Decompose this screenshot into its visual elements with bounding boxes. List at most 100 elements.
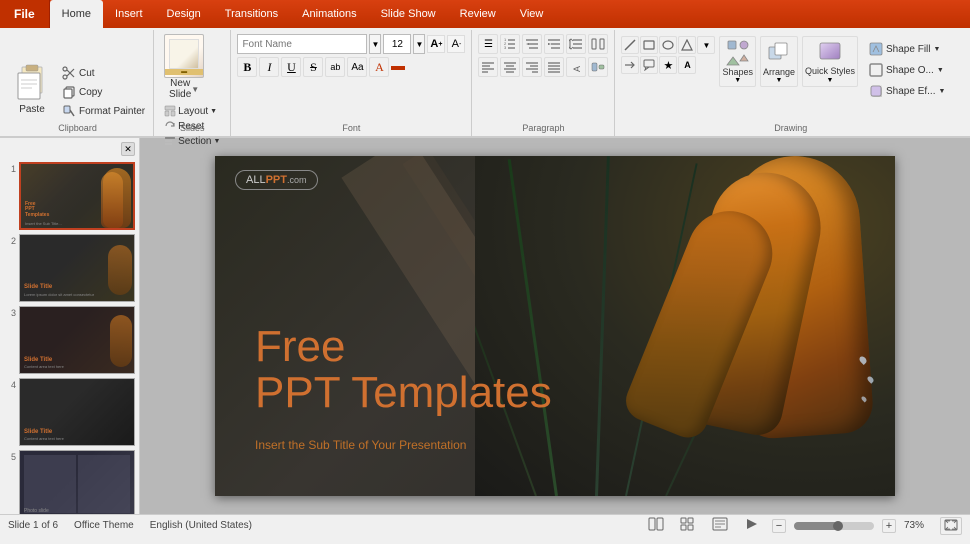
- paste-button[interactable]: Paste: [6, 57, 58, 120]
- clear-format-button[interactable]: A: [369, 57, 389, 77]
- smart-art-button[interactable]: [588, 57, 608, 77]
- tab-animations[interactable]: Animations: [290, 0, 368, 28]
- shapes-dropdown[interactable]: ▼: [734, 77, 741, 84]
- tab-design[interactable]: Design: [155, 0, 213, 28]
- text-direction-button[interactable]: A: [566, 57, 586, 77]
- increase-indent-button[interactable]: [544, 34, 564, 54]
- line-spacing-button[interactable]: [566, 34, 586, 54]
- shape-effects-label: Shape Ef...: [886, 86, 935, 97]
- cut-label: Cut: [79, 68, 95, 79]
- section-dropdown-icon[interactable]: ▼: [214, 138, 221, 145]
- cut-button[interactable]: Cut: [58, 64, 149, 82]
- oval-shape-icon: [662, 39, 674, 51]
- new-slide-button[interactable]: ▬ NewSlide ▼: [162, 32, 206, 102]
- panel-collapse-button[interactable]: ✕: [121, 142, 135, 156]
- font-name-expand[interactable]: ▼: [369, 34, 381, 54]
- slide-image-2: Slide Title Lorem ipsum dolor sit amet c…: [19, 234, 135, 302]
- bold-button[interactable]: B: [237, 57, 257, 77]
- align-right-button[interactable]: [522, 57, 542, 77]
- slide-view: ALLPPT.com Free PPT Templates Insert the…: [140, 138, 970, 514]
- justify-button[interactable]: [544, 57, 564, 77]
- slide-thumb-5[interactable]: 5 Photo slide: [4, 450, 135, 514]
- format-painter-button[interactable]: Format Painter: [58, 102, 149, 120]
- fit-slide-button[interactable]: [940, 517, 962, 535]
- quick-styles-button[interactable]: Quick Styles ▼: [802, 36, 858, 87]
- zoom-decrease-button[interactable]: −: [772, 519, 786, 533]
- shape-effects-dropdown[interactable]: ▼: [939, 88, 946, 95]
- underline-button[interactable]: U: [281, 57, 301, 77]
- shape-textbox-button[interactable]: A: [678, 56, 696, 74]
- strikethrough-button[interactable]: S: [303, 57, 323, 77]
- slide-subtitle[interactable]: Insert the Sub Title of Your Presentatio…: [255, 438, 466, 452]
- tab-insert[interactable]: Insert: [103, 0, 155, 28]
- shape-fill-dropdown[interactable]: ▼: [933, 46, 940, 53]
- slide-thumb-2[interactable]: 2 Slide Title Lorem ipsum dolor sit amet…: [4, 234, 135, 302]
- layout-label: Layout: [178, 106, 208, 117]
- tab-slideshow[interactable]: Slide Show: [369, 0, 448, 28]
- shape-fill-button[interactable]: Shape Fill ▼: [866, 40, 948, 58]
- slide-thumb-1[interactable]: 1 FreePPTTemplates Insert the Sub Title.…: [4, 162, 135, 230]
- font-name-input[interactable]: [237, 34, 367, 54]
- slide-thumb-3[interactable]: 3 Slide Title Content area text here: [4, 306, 135, 374]
- align-left-button[interactable]: [478, 57, 498, 77]
- tab-view[interactable]: View: [508, 0, 556, 28]
- normal-view-button[interactable]: [644, 515, 668, 536]
- new-slide-dropdown-icon[interactable]: ▼: [191, 85, 199, 94]
- arrange-dropdown[interactable]: ▼: [776, 77, 783, 84]
- shape-star-button[interactable]: ★: [659, 56, 677, 74]
- copy-button[interactable]: Copy: [58, 83, 149, 101]
- shape-oval-button[interactable]: [659, 36, 677, 54]
- numbered-list-button[interactable]: 123: [500, 34, 520, 54]
- zoom-slider-thumb[interactable]: [833, 521, 843, 531]
- zoom-slider-fill: [794, 522, 838, 530]
- slide-thumb-4[interactable]: 4 Slide Title Content area text here: [4, 378, 135, 446]
- layout-button[interactable]: Layout ▼: [162, 104, 222, 118]
- slide-logo-all: ALL: [246, 174, 266, 186]
- bullets-button[interactable]: ☰: [478, 34, 498, 54]
- italic-button[interactable]: I: [259, 57, 279, 77]
- shape-triangle-button[interactable]: [678, 36, 696, 54]
- section-button[interactable]: Section ▼: [162, 134, 222, 148]
- decrease-indent-button[interactable]: [522, 34, 542, 54]
- status-bar: Slide 1 of 6 Office Theme English (Unite…: [0, 514, 970, 536]
- decrease-indent-icon: [525, 37, 539, 51]
- font-increase-button[interactable]: A+: [427, 35, 445, 53]
- zoom-slider-track[interactable]: [794, 522, 874, 530]
- font-size-input[interactable]: [383, 34, 411, 54]
- shape-outline-dropdown[interactable]: ▼: [937, 67, 944, 74]
- paragraph-group: ☰ 123: [472, 30, 615, 136]
- slideshow-button[interactable]: [740, 515, 764, 536]
- shapes-button[interactable]: Shapes ▼: [719, 36, 756, 87]
- slide-title-area[interactable]: Free PPT Templates: [255, 324, 552, 416]
- shape-effects-button[interactable]: Shape Ef... ▼: [866, 82, 948, 100]
- slide-sorter-button[interactable]: [676, 515, 700, 536]
- font-size-expand[interactable]: ▼: [413, 34, 425, 54]
- align-center-button[interactable]: [500, 57, 520, 77]
- reading-view-button[interactable]: [708, 515, 732, 536]
- arrange-button[interactable]: Arrange ▼: [760, 36, 798, 87]
- tab-home[interactable]: Home: [50, 0, 103, 28]
- font-row-2: B I U S ab Aa A: [237, 57, 405, 77]
- tab-review[interactable]: Review: [448, 0, 508, 28]
- shape-outline-button[interactable]: Shape O... ▼: [866, 61, 948, 79]
- shape-rect-button[interactable]: [640, 36, 658, 54]
- shape-line-button[interactable]: [621, 36, 639, 54]
- columns-button[interactable]: [588, 34, 608, 54]
- tab-transitions[interactable]: Transitions: [213, 0, 290, 28]
- slide-logo: ALLPPT.com: [235, 170, 318, 190]
- shape-more-button[interactable]: ▼: [697, 36, 715, 54]
- paste-icon: [13, 62, 51, 104]
- font-row-1: ▼ ▼ A+ A-: [237, 34, 465, 54]
- slide-image-1: FreePPTTemplates Insert the Sub Title...: [19, 162, 135, 230]
- zoom-increase-button[interactable]: +: [882, 519, 896, 533]
- layout-dropdown-icon[interactable]: ▼: [210, 108, 217, 115]
- file-tab[interactable]: File: [0, 0, 50, 28]
- shape-callout-button[interactable]: [640, 56, 658, 74]
- shape-arrow-button[interactable]: [621, 56, 639, 74]
- shadow-button[interactable]: ab: [325, 57, 345, 77]
- font-decrease-button[interactable]: A-: [447, 35, 465, 53]
- case-button[interactable]: Aa: [347, 57, 367, 77]
- slide-canvas[interactable]: ALLPPT.com Free PPT Templates Insert the…: [215, 156, 895, 496]
- quick-styles-dropdown[interactable]: ▼: [827, 77, 834, 84]
- normal-view-icon: [648, 517, 664, 531]
